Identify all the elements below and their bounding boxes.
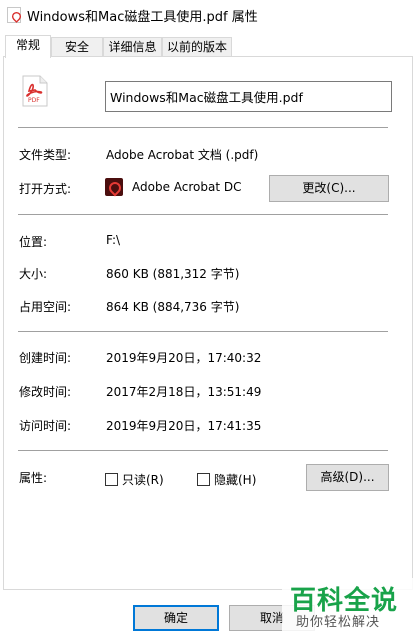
filename-field[interactable]: Windows和Mac磁盘工具使用.pdf (105, 81, 392, 112)
divider (18, 127, 388, 128)
watermark-subtitle: 助你轻松解决 (296, 615, 381, 630)
divider (18, 331, 388, 332)
adobe-acrobat-icon (105, 178, 123, 196)
readonly-label: 只读(R) (122, 473, 164, 487)
divider (18, 214, 388, 215)
accessed-value: 2019年9月20日，17:41:35 (106, 419, 262, 433)
size-value: 860 KB (881,312 字节) (106, 267, 240, 281)
tab-general[interactable]: 常规 (5, 35, 51, 58)
tab-strip: 常规 安全 详细信息 以前的版本 (0, 35, 414, 58)
window-title: Windows和Mac磁盘工具使用.pdf 属性 (27, 9, 258, 25)
size-label: 大小: (19, 267, 48, 281)
tab-previous-versions[interactable]: 以前的版本 (162, 37, 232, 57)
location-label: 位置: (19, 235, 48, 249)
title-bar: Windows和Mac磁盘工具使用.pdf 属性 (0, 0, 414, 30)
tab-details[interactable]: 详细信息 (103, 37, 162, 57)
size-on-disk-label: 占用空间: (19, 300, 72, 314)
attributes-label: 属性: (19, 471, 48, 485)
divider (18, 450, 388, 451)
general-panel (3, 56, 413, 590)
created-label: 创建时间: (19, 351, 72, 365)
advanced-button[interactable]: 高级(D)... (306, 464, 389, 491)
pdf-file-icon (7, 7, 21, 23)
hidden-label: 隐藏(H) (214, 473, 257, 487)
readonly-checkbox[interactable]: 只读(R) (105, 471, 164, 488)
size-on-disk-value: 864 KB (884,736 字节) (106, 300, 240, 314)
modified-value: 2017年2月18日，13:51:49 (106, 385, 262, 399)
checkbox-icon[interactable] (105, 473, 118, 486)
file-type-label: 文件类型: (19, 148, 72, 162)
open-with-value: Adobe Acrobat DC (132, 180, 242, 194)
pdf-file-icon: PDF (22, 75, 48, 107)
created-value: 2019年9月20日，17:40:32 (106, 351, 262, 365)
open-with-label: 打开方式: (19, 182, 72, 196)
watermark: 百科全说 助你轻松解决 (282, 578, 414, 640)
modified-label: 修改时间: (19, 385, 72, 399)
tab-security[interactable]: 安全 (51, 37, 103, 57)
file-type-value: Adobe Acrobat 文档 (.pdf) (106, 148, 259, 162)
hidden-checkbox[interactable]: 隐藏(H) (197, 471, 256, 488)
ok-button[interactable]: 确定 (133, 605, 219, 631)
checkbox-icon[interactable] (197, 473, 210, 486)
accessed-label: 访问时间: (19, 419, 72, 433)
change-button[interactable]: 更改(C)... (269, 175, 389, 202)
location-value: F:\ (106, 233, 121, 247)
svg-text:PDF: PDF (28, 97, 40, 104)
